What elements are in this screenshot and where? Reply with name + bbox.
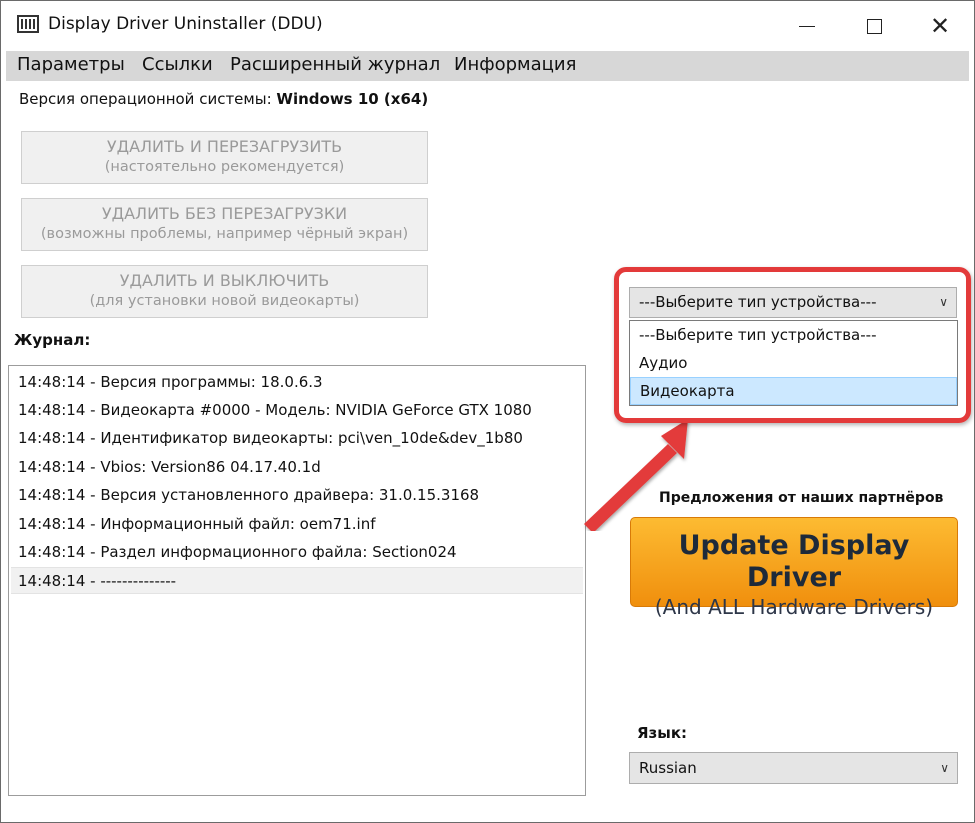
- log-line[interactable]: 14:48:14 - Версия программы: 18.0.6.3: [11, 369, 583, 396]
- log-line[interactable]: 14:48:14 - Информационный файл: oem71.in…: [11, 511, 583, 538]
- log-line[interactable]: 14:48:14 - Идентификатор видеокарты: pci…: [11, 425, 583, 452]
- log-line[interactable]: 14:48:14 - Vbios: Version86 04.17.40.1d: [11, 454, 583, 481]
- device-type-dropdown: ---Выберите тип устройства--- Аудио Виде…: [629, 320, 958, 406]
- log-line[interactable]: 14:48:14 - Раздел информационного файла:…: [11, 539, 583, 566]
- menu-links[interactable]: Ссылки: [142, 54, 213, 75]
- button-subtitle: (для установки новой видеокарты): [89, 293, 360, 309]
- update-driver-banner[interactable]: Update Display Driver (And ALL Hardware …: [630, 517, 958, 619]
- device-type-selected: ---Выберите тип устройства---: [639, 293, 877, 311]
- log-list[interactable]: 14:48:14 - Версия программы: 18.0.6.3 14…: [8, 365, 586, 796]
- option-select-device[interactable]: ---Выберите тип устройства---: [630, 321, 957, 349]
- ddu-app-icon: [17, 15, 39, 33]
- button-subtitle: (возможны проблемы, например чёрный экра…: [40, 226, 409, 242]
- menu-info[interactable]: Информация: [454, 54, 576, 75]
- log-line-selected[interactable]: 14:48:14 - --------------: [11, 567, 583, 594]
- minimize-icon: [799, 25, 815, 27]
- button-subtitle: (настоятельно рекомендуется): [104, 159, 345, 175]
- log-title: Журнал:: [14, 331, 91, 349]
- language-label: Язык:: [637, 724, 688, 742]
- chevron-down-icon: ∨: [940, 761, 949, 775]
- clean-no-restart-button[interactable]: УДАЛИТЬ БЕЗ ПЕРЕЗАГРУЗКИ (возможны пробл…: [21, 198, 428, 251]
- language-select[interactable]: Russian ∨: [629, 752, 958, 784]
- banner-subtitle: (And ALL Hardware Drivers): [654, 595, 934, 619]
- menu-bar: Параметры Ссылки Расширенный журнал Инфо…: [6, 51, 969, 81]
- os-version-label: Версия операционной системы:: [19, 90, 272, 108]
- button-title: УДАЛИТЬ И ВЫКЛЮЧИТЬ: [119, 271, 330, 290]
- clean-and-shutdown-button[interactable]: УДАЛИТЬ И ВЫКЛЮЧИТЬ (для установки новой…: [21, 265, 428, 318]
- menu-parameters[interactable]: Параметры: [17, 54, 125, 75]
- menu-extended-log[interactable]: Расширенный журнал: [230, 54, 440, 75]
- option-audio[interactable]: Аудио: [630, 349, 957, 377]
- button-title: УДАЛИТЬ И ПЕРЕЗАГРУЗИТЬ: [106, 137, 343, 156]
- button-title: УДАЛИТЬ БЕЗ ПЕРЕЗАГРУЗКИ: [101, 204, 348, 223]
- close-icon: ✕: [929, 12, 951, 40]
- banner-title: Update Display Driver: [678, 530, 910, 593]
- log-line[interactable]: 14:48:14 - Видеокарта #0000 - Модель: NV…: [11, 397, 583, 424]
- log-line[interactable]: 14:48:14 - Версия установленного драйвер…: [11, 482, 583, 509]
- language-selected: Russian: [639, 759, 697, 777]
- option-gpu[interactable]: Видеокарта: [630, 377, 957, 405]
- ddu-window: Display Driver Uninstaller (DDU) ✕ Парам…: [0, 0, 975, 823]
- os-version: Версия операционной системы: Windows 10 …: [19, 90, 428, 108]
- device-type-select[interactable]: ---Выберите тип устройства--- ∨: [629, 287, 957, 318]
- chevron-down-icon: ∨: [939, 295, 948, 309]
- window-title: Display Driver Uninstaller (DDU): [48, 14, 323, 34]
- clean-and-restart-button[interactable]: УДАЛИТЬ И ПЕРЕЗАГРУЗИТЬ (настоятельно ре…: [21, 131, 428, 184]
- title-bar: Display Driver Uninstaller (DDU) ✕: [1, 1, 974, 51]
- maximize-icon: [866, 18, 882, 34]
- minimize-button[interactable]: [777, 1, 837, 51]
- os-version-value: Windows 10 (x64): [276, 90, 429, 108]
- maximize-button[interactable]: [844, 1, 904, 51]
- partners-title: Предложения от наших партнёров: [659, 490, 944, 506]
- close-button[interactable]: ✕: [910, 1, 970, 51]
